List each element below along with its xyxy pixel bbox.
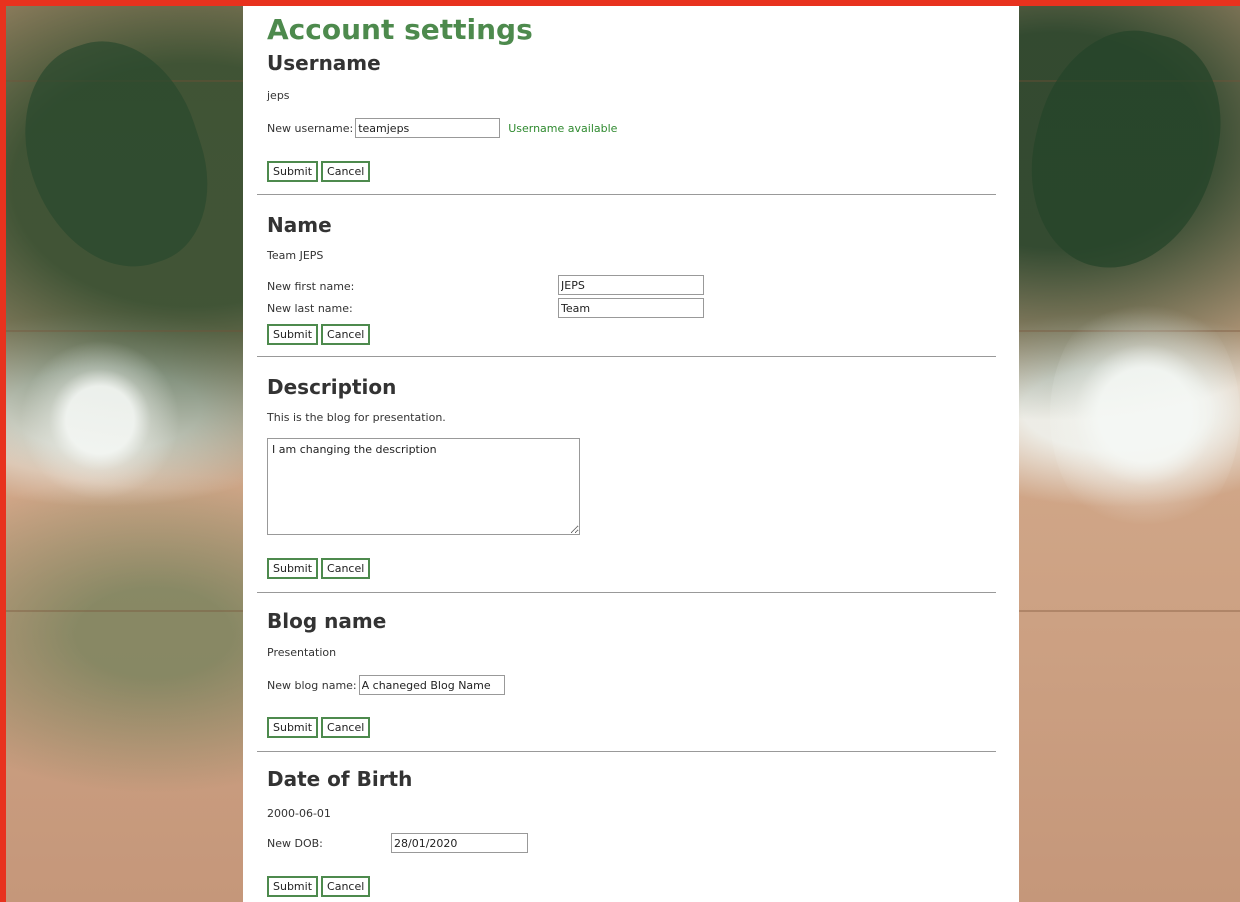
new-username-label: New username:: [267, 121, 354, 135]
divider: [257, 751, 996, 752]
divider: [257, 194, 996, 195]
description-textarea[interactable]: I am changing the description: [267, 438, 580, 535]
new-blog-name-label: New blog name:: [267, 678, 357, 692]
new-dob-input[interactable]: [391, 833, 528, 853]
current-dob: 2000-06-01: [267, 807, 331, 820]
description-cancel-button[interactable]: Cancel: [321, 558, 371, 579]
current-name: Team JEPS: [267, 249, 324, 262]
new-username-input[interactable]: [355, 118, 501, 138]
blog-name-row: New blog name:: [267, 675, 505, 695]
name-heading: Name: [267, 213, 332, 237]
blog-name-cancel-button[interactable]: Cancel: [321, 717, 371, 738]
name-submit-button[interactable]: Submit: [267, 324, 319, 345]
dob-submit-button[interactable]: Submit: [267, 876, 319, 897]
first-name-input[interactable]: [558, 275, 704, 295]
dob-heading: Date of Birth: [267, 767, 413, 791]
blog-name-heading: Blog name: [267, 609, 387, 633]
divider: [257, 592, 996, 593]
new-dob-label: New DOB:: [267, 837, 323, 850]
blog-name-submit-button[interactable]: Submit: [267, 717, 319, 738]
current-description: This is the blog for presentation.: [267, 411, 446, 424]
username-status: Username available: [508, 121, 618, 135]
description-submit-button[interactable]: Submit: [267, 558, 319, 579]
settings-panel: Account settings Username jeps New usern…: [243, 6, 1019, 902]
flowers-decoration: [20, 340, 180, 500]
current-username: jeps: [267, 89, 290, 102]
username-submit-button[interactable]: Submit: [267, 161, 319, 182]
current-blog-name: Presentation: [267, 646, 337, 659]
new-blog-name-input[interactable]: [358, 675, 505, 695]
username-row: New username: Username available: [267, 118, 617, 138]
name-cancel-button[interactable]: Cancel: [321, 324, 371, 345]
flowers-decoration: [1050, 290, 1240, 540]
blog-name-buttons: Submit Cancel: [267, 717, 371, 738]
username-buttons: Submit Cancel: [267, 161, 371, 182]
dob-buttons: Submit Cancel: [267, 876, 371, 897]
first-name-label: New first name:: [267, 280, 355, 293]
username-heading: Username: [267, 51, 381, 75]
description-buttons: Submit Cancel: [267, 558, 371, 579]
last-name-label: New last name:: [267, 302, 353, 315]
divider: [257, 356, 996, 357]
page-title: Account settings: [267, 13, 533, 46]
name-buttons: Submit Cancel: [267, 324, 371, 345]
dob-cancel-button[interactable]: Cancel: [321, 876, 371, 897]
last-name-input[interactable]: [558, 298, 704, 318]
description-heading: Description: [267, 375, 397, 399]
username-cancel-button[interactable]: Cancel: [321, 161, 371, 182]
